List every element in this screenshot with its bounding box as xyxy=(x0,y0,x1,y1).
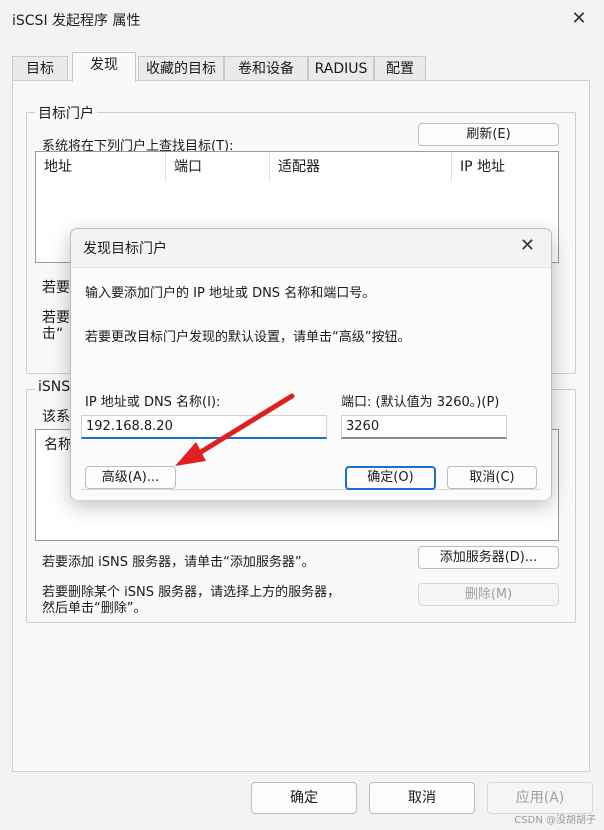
refresh-button[interactable]: 刷新(E) xyxy=(418,123,559,146)
isns-label: iSNS xyxy=(35,379,74,395)
watermark: CSDN @没胡胡子 xyxy=(514,815,596,826)
ip-address-label: IP 地址或 DNS 名称(I): xyxy=(85,395,221,410)
port-label: 端口: (默认值为 3260。)(P) xyxy=(341,395,500,410)
dialog-body: 输入要添加门户的 IP 地址或 DNS 名称和端口号。 若要更改目标门户发现的默… xyxy=(71,267,551,500)
remove-server-button[interactable]: 删除(M) xyxy=(418,583,559,606)
dialog-advanced-hint: 若要更改目标门户发现的默认设置，请单击“高级”按钮。 xyxy=(85,330,411,345)
target-portals-label: 目标门户 xyxy=(35,103,97,123)
discover-portal-dialog: 发现目标门户 ✕ 输入要添加门户的 IP 地址或 DNS 名称和端口号。 若要更… xyxy=(70,228,552,500)
port-input[interactable]: 3260 xyxy=(341,415,507,439)
ip-address-input[interactable]: 192.168.8.20 xyxy=(81,415,327,439)
column-address[interactable]: 地址 xyxy=(36,152,166,182)
column-adapter[interactable]: 适配器 xyxy=(270,152,452,182)
add-isns-hint: 若要添加 iSNS 服务器，请单击“添加服务器”。 xyxy=(42,555,315,570)
title-bar: iSCSI 发起程序 属性 ✕ xyxy=(0,0,604,40)
apply-button[interactable]: 应用(A) xyxy=(487,782,593,814)
tab-configuration[interactable]: 配置 xyxy=(374,56,426,81)
advanced-button[interactable]: 高级(A)... xyxy=(85,466,176,489)
remove-portal-hint-2: 击“ xyxy=(42,326,64,342)
tab-targets[interactable]: 目标 xyxy=(12,56,68,81)
tab-discovery[interactable]: 发现 xyxy=(72,52,136,82)
cancel-button[interactable]: 取消 xyxy=(369,782,475,814)
dialog-ok-button[interactable]: 确定(O) xyxy=(345,466,436,490)
dialog-intro: 输入要添加门户的 IP 地址或 DNS 名称和端口号。 xyxy=(85,286,376,301)
tab-radius[interactable]: RADIUS xyxy=(308,56,374,81)
dialog-separator xyxy=(81,489,541,490)
column-port[interactable]: 端口 xyxy=(166,152,270,182)
column-ip-address[interactable]: IP 地址 xyxy=(452,152,558,182)
isns-description: 该系 xyxy=(42,409,70,425)
dialog-title: 发现目标门户 xyxy=(83,241,167,257)
dialog-cancel-button[interactable]: 取消(C) xyxy=(447,466,537,489)
add-server-button[interactable]: 添加服务器(D)... xyxy=(418,546,559,569)
close-icon[interactable]: ✕ xyxy=(568,8,590,30)
tab-volumes-devices[interactable]: 卷和设备 xyxy=(224,56,308,81)
tab-favorite-targets[interactable]: 收藏的目标 xyxy=(138,56,224,81)
dialog-close-icon[interactable]: ✕ xyxy=(520,235,535,256)
window-title: iSCSI 发起程序 属性 xyxy=(12,13,141,29)
ok-button[interactable]: 确定 xyxy=(251,782,357,814)
add-portal-hint: 若要 xyxy=(42,280,70,296)
remove-isns-hint-2: 然后单击“删除”。 xyxy=(42,601,147,616)
